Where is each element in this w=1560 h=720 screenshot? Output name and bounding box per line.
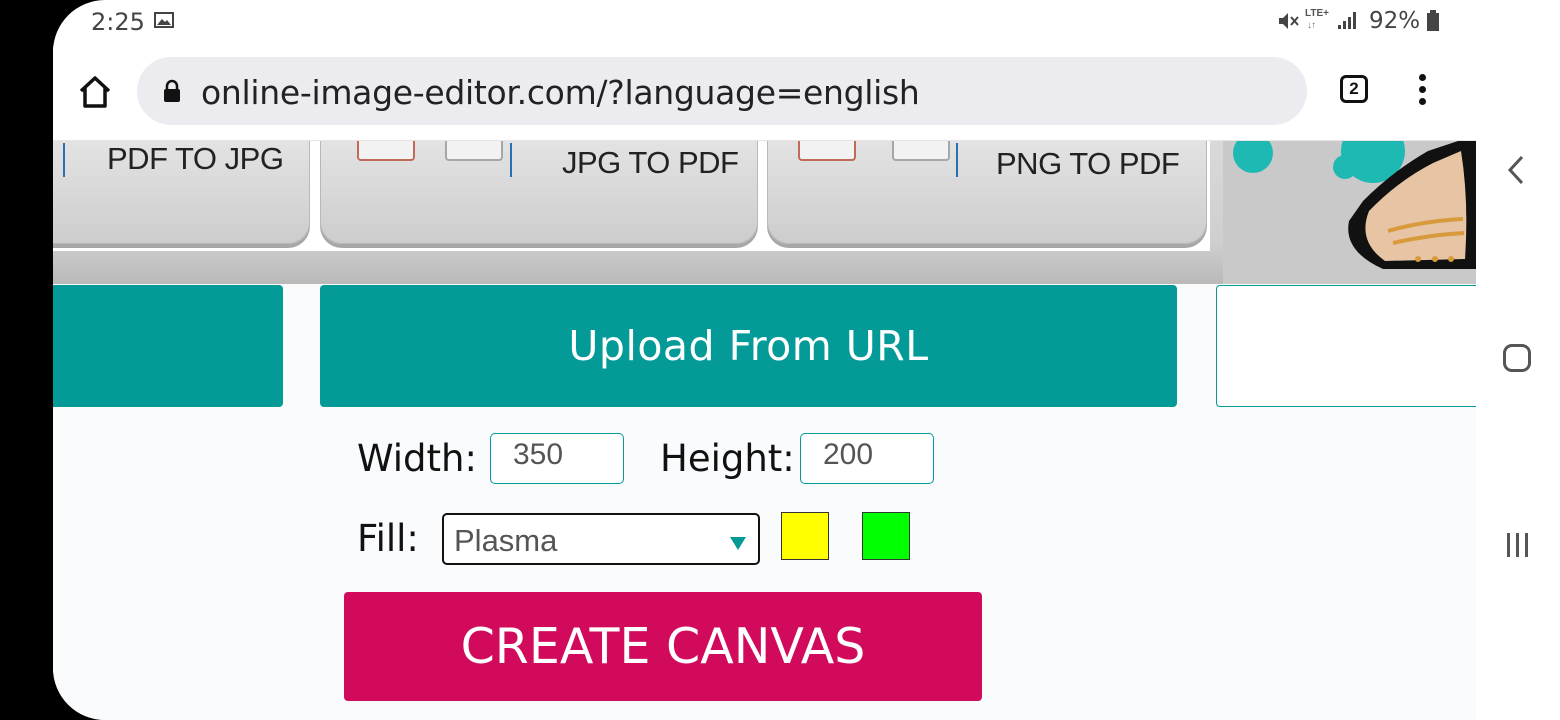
height-input[interactable]: 200 [800, 433, 934, 484]
battery-level: 92% [1369, 8, 1421, 34]
tools-banner: PDF TO JPG JPG TO PDF PNG TO PDF [53, 141, 1476, 284]
more-vert-icon[interactable] [1419, 74, 1427, 108]
tool-label: JPG TO PDF [562, 145, 739, 180]
recents-icon[interactable] [1505, 532, 1531, 558]
upload-button-right[interactable] [1216, 285, 1476, 407]
android-nav-bar [1476, 0, 1560, 720]
data-activity-icon: ↓↑ [1307, 20, 1316, 31]
height-label: Height: [660, 437, 795, 480]
status-bar: 2:25 LTE+ ↓↑ 92% [53, 0, 1476, 44]
pdf-icon [445, 141, 503, 161]
pdf-icon [892, 141, 950, 161]
home-nav-icon[interactable] [1503, 344, 1531, 372]
tool-card-jpg-to-pdf[interactable]: JPG TO PDF [320, 141, 758, 244]
lock-icon [164, 79, 180, 102]
back-icon[interactable] [1506, 154, 1526, 186]
color-swatch-1[interactable] [781, 512, 829, 560]
tool-card-png-to-pdf[interactable]: PNG TO PDF [767, 141, 1207, 244]
fill-select[interactable]: Plasma [442, 513, 760, 565]
tool-label: PDF TO JPG [107, 141, 284, 176]
tabs-icon[interactable]: 2 [1340, 75, 1368, 103]
url-text[interactable]: online-image-editor.com/?language=englis… [201, 73, 920, 112]
upload-button-left[interactable] [53, 285, 283, 407]
fill-label: Fill: [357, 517, 419, 560]
upload-from-url-button[interactable]: Upload From URL [320, 285, 1177, 407]
mute-icon [1279, 13, 1299, 29]
banner-illustration [1223, 141, 1476, 284]
png-icon [798, 141, 856, 161]
width-input[interactable]: 350 [490, 433, 624, 484]
jpg-icon [357, 141, 415, 161]
web-page: PDF TO JPG JPG TO PDF PNG TO PDF Upload … [53, 141, 1476, 720]
chevron-down-icon [730, 537, 746, 550]
browser-toolbar: online-image-editor.com/?language=englis… [53, 44, 1476, 141]
status-time: 2:25 [91, 8, 145, 36]
tool-card-pdf-to-jpg[interactable]: PDF TO JPG [53, 141, 310, 244]
network-type: LTE+ [1305, 8, 1329, 19]
color-swatch-2[interactable] [862, 512, 910, 560]
battery-icon [1427, 10, 1439, 31]
create-canvas-button[interactable]: CREATE CANVAS [344, 592, 982, 701]
tool-label: PNG TO PDF [996, 146, 1180, 181]
phone-screen: 2:25 LTE+ ↓↑ 92% online-image-editor.com… [53, 0, 1476, 720]
signal-icon [1338, 12, 1356, 29]
home-icon[interactable] [77, 74, 113, 110]
gallery-icon [154, 12, 174, 28]
address-bar[interactable]: online-image-editor.com/?language=englis… [137, 57, 1307, 125]
width-label: Width: [357, 437, 477, 480]
fill-selected-value: Plasma [454, 523, 558, 558]
